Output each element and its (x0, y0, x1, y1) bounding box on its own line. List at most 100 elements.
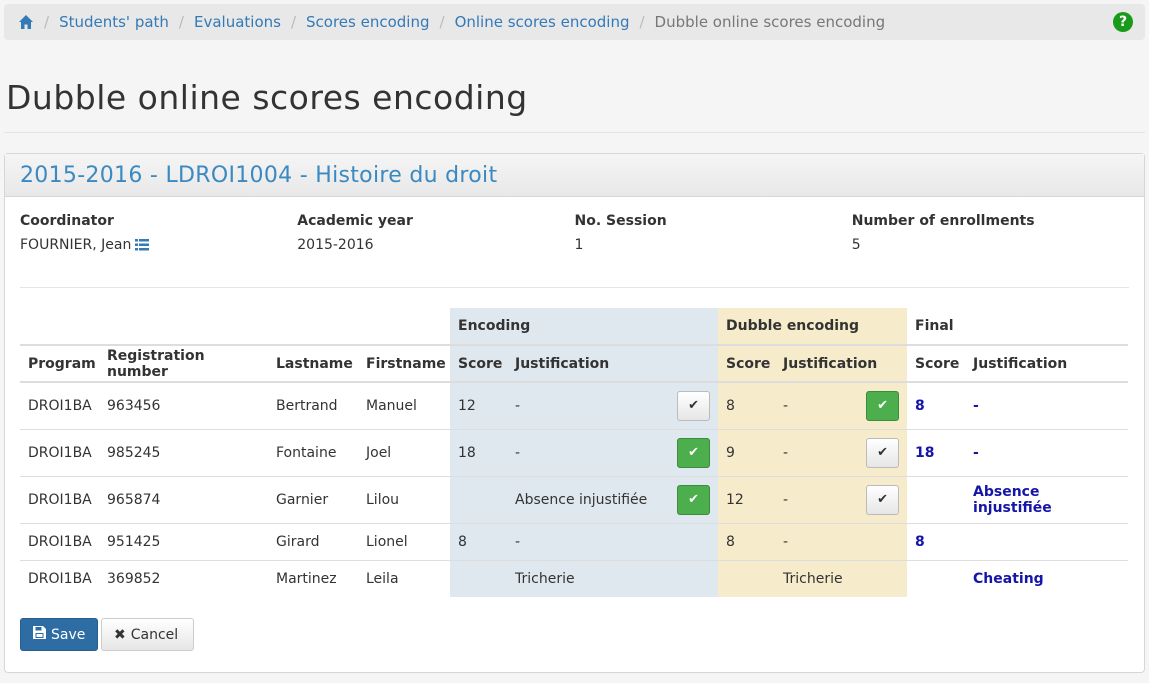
group-header-final: Final (907, 308, 1129, 346)
breadcrumb-separator: / (439, 13, 445, 31)
program-cell: DROI1BA (20, 382, 99, 430)
session-label: No. Session (574, 213, 667, 229)
question-circle-icon[interactable]: ? (1113, 12, 1133, 32)
breadcrumb-current: Dubble online scores encoding (654, 13, 886, 31)
enrollments-label: Number of enrollments (851, 213, 1035, 229)
enc-justification-cell: Tricherie (507, 560, 719, 597)
program-cell: DROI1BA (28, 570, 92, 587)
lastname-cell: Fontaine (268, 429, 358, 477)
enc-justification-cell: - ✔ (507, 382, 719, 430)
enc-score-cell (450, 560, 507, 597)
col-header-enc-score: Score (450, 345, 507, 383)
session-block: No. Session 1 (575, 211, 852, 281)
save-button[interactable]: Save (20, 618, 98, 651)
dub-justification-cell: - ✔ (775, 429, 908, 477)
breadcrumb-separator: / (178, 13, 184, 31)
breadcrumb-scores-encoding[interactable]: Scores encoding (306, 13, 429, 31)
panel-heading: 2015-2016 - LDROI1004 - Histoire du droi… (5, 154, 1144, 197)
enc-justification-cell: - (507, 523, 719, 561)
final-justification-cell: - (965, 382, 1129, 430)
divider (20, 287, 1129, 288)
select-dubble-button[interactable]: ✔ (866, 437, 900, 468)
scores-table: Encoding Dubble encoding Final Program R… (20, 308, 1129, 597)
breadcrumb-online-scores-encoding[interactable]: Online scores encoding (455, 13, 630, 31)
table-row: DROI1BA 985245 Fontaine Joel 18 - ✔ 9 - … (20, 429, 1129, 477)
col-header-program: Program (20, 345, 99, 383)
column-header-row: Program Registration number Lastname Fir… (20, 345, 1129, 383)
divider (4, 132, 1145, 133)
group-header-dubble-encoding: Dubble encoding (718, 308, 908, 346)
final-score-cell (907, 560, 965, 597)
dub-justification-cell: - ✔ (775, 382, 908, 430)
dub-justification-text: - (783, 397, 789, 414)
dub-score-cell: 8 (718, 523, 776, 561)
list-icon[interactable] (135, 239, 150, 251)
col-header-final-justification: Justification (965, 345, 1129, 383)
col-header-final-score: Score (907, 345, 966, 383)
cancel-label: Cancel (130, 626, 179, 643)
check-icon: ✔ (877, 445, 888, 460)
academic-year-value: 2015-2016 (297, 237, 374, 253)
select-dubble-button[interactable]: ✔ (866, 390, 900, 421)
academic-year-label: Academic year (297, 213, 413, 229)
breadcrumb-separator: / (639, 13, 645, 31)
registration-cell: 963456 (99, 382, 268, 430)
session-value: 1 (574, 237, 584, 253)
breadcrumb: / Students' path / Evaluations / Scores … (4, 4, 1145, 40)
final-justification-cell: - (965, 429, 1129, 477)
breadcrumb-separator: / (290, 13, 297, 31)
table-row: DROI1BA 965874 Garnier Lilou Absence inj… (20, 476, 1129, 524)
firstname-cell: Leila (366, 570, 399, 587)
program-cell: DROI1BA (20, 476, 99, 524)
home-icon[interactable] (18, 14, 34, 30)
table-row: DROI1BA 369852 Martinez Leila Tricherie … (20, 560, 1128, 597)
enc-justification-cell: Absence injustifiée ✔ (507, 476, 719, 524)
dub-justification-cell: - (775, 523, 908, 561)
select-encoding-button[interactable]: ✔ (677, 484, 711, 515)
registration-cell: 369852 (107, 570, 161, 587)
dub-score-cell: 12 (718, 476, 776, 524)
panel-body: Coordinator FOURNIER, Jean Academic year… (5, 197, 1144, 651)
enc-justification-text: - (515, 444, 521, 461)
select-dubble-button[interactable]: ✔ (866, 484, 900, 515)
col-header-registration: Registration number (99, 345, 268, 383)
lastname-cell: Girard (268, 523, 358, 561)
check-icon: ✔ (688, 445, 699, 460)
firstname-cell: Lionel (358, 523, 450, 561)
coordinator-block: Coordinator FOURNIER, Jean (20, 211, 297, 281)
registration-cell: 965874 (99, 476, 268, 524)
final-justification-cell (965, 523, 1129, 561)
coordinator-value: FOURNIER, Jean (20, 237, 132, 253)
lastname-cell: Martinez (276, 570, 337, 587)
select-encoding-button[interactable]: ✔ (677, 437, 711, 468)
col-header-firstname: Firstname (358, 345, 450, 383)
program-cell: DROI1BA (20, 429, 99, 477)
info-row: Coordinator FOURNIER, Jean Academic year… (20, 211, 1129, 281)
academic-year-block: Academic year 2015-2016 (297, 211, 574, 281)
final-score-cell: 18 (907, 429, 966, 477)
form-actions: Save ✖ Cancel (20, 618, 1129, 651)
breadcrumb-evaluations[interactable]: Evaluations (194, 13, 281, 31)
col-header-dub-justification: Justification (775, 345, 908, 383)
enc-score-cell (450, 476, 507, 524)
dub-justification-cell: - ✔ (775, 476, 908, 524)
page: / Students' path / Evaluations / Scores … (0, 0, 1149, 673)
panel-title: 2015-2016 - LDROI1004 - Histoire du droi… (20, 162, 498, 188)
registration-cell: 985245 (99, 429, 268, 477)
group-header-blank (20, 308, 450, 346)
dub-score-cell: 9 (718, 429, 776, 477)
course-panel: 2015-2016 - LDROI1004 - Histoire du droi… (4, 153, 1145, 673)
select-encoding-button[interactable]: ✔ (677, 390, 711, 421)
page-title: Dubble online scores encoding (6, 78, 528, 117)
lastname-cell: Bertrand (268, 382, 358, 430)
table-row: DROI1BA 963456 Bertrand Manuel 12 - ✔ 8 … (20, 382, 1129, 430)
breadcrumb-students-path[interactable]: Students' path (59, 13, 169, 31)
enc-justification-text: Absence injustifiée (515, 491, 648, 508)
col-header-enc-justification: Justification (507, 345, 719, 383)
enc-score-cell: 18 (450, 429, 507, 477)
final-score-cell: 8 (907, 523, 966, 561)
final-score-cell: 8 (907, 382, 966, 430)
cancel-button[interactable]: ✖ Cancel (101, 618, 194, 651)
enc-score-cell: 8 (450, 523, 507, 561)
firstname-cell: Lilou (358, 476, 450, 524)
